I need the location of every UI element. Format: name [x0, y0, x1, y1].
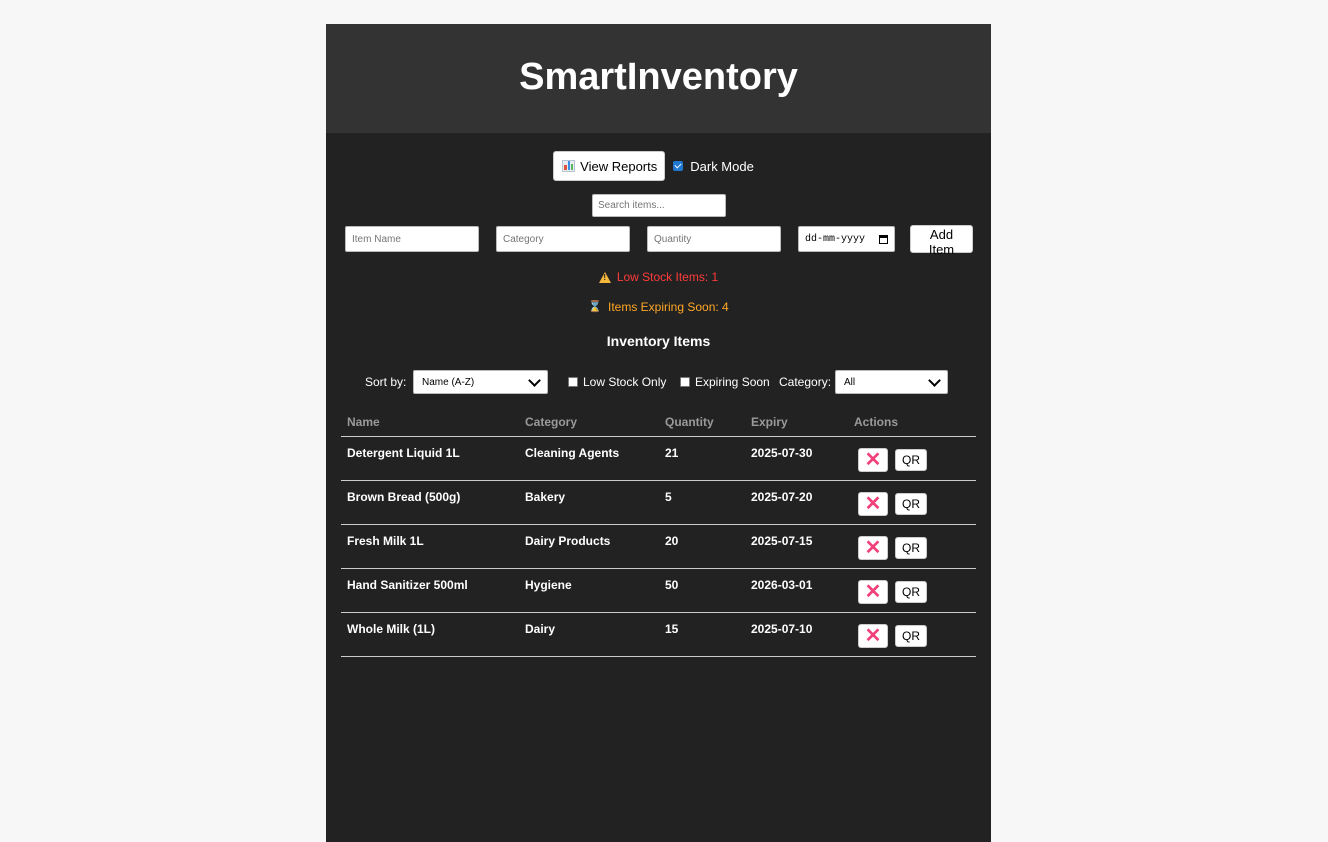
qr-button[interactable]: QR	[895, 625, 927, 647]
delete-button[interactable]: ✕	[858, 492, 888, 516]
category-input[interactable]	[496, 226, 630, 252]
cell-actions: ✕ QR	[848, 436, 976, 481]
cell-name: Fresh Milk 1L	[341, 524, 519, 569]
cell-category: Bakery	[519, 480, 659, 525]
calendar-icon[interactable]	[879, 234, 888, 244]
cell-actions: ✕ QR	[848, 612, 976, 657]
cell-expiry: 2026-03-01	[745, 568, 848, 613]
app-container: SmartInventory View Reports Dark Mode dd…	[326, 24, 991, 842]
filter-bar: Sort by: Name (A-Z) Low Stock Only Expir…	[326, 370, 991, 394]
cell-actions: ✕ QR	[848, 568, 976, 613]
low-stock-filter[interactable]: Low Stock Only	[568, 375, 666, 389]
chevron-down-icon	[528, 373, 541, 387]
cell-category: Dairy Products	[519, 524, 659, 569]
delete-button[interactable]: ✕	[858, 448, 888, 472]
delete-button[interactable]: ✕	[858, 536, 888, 560]
cell-quantity: 50	[659, 568, 745, 613]
app-header: SmartInventory	[326, 24, 991, 133]
header-name[interactable]: Name	[341, 408, 519, 437]
cell-category: Dairy	[519, 612, 659, 657]
date-placeholder: dd-mm-yyyy	[805, 233, 866, 245]
cell-category: Cleaning Agents	[519, 436, 659, 481]
delete-button[interactable]: ✕	[858, 580, 888, 604]
hourglass-icon: ⌛	[588, 300, 602, 313]
header-quantity[interactable]: Quantity	[659, 408, 745, 437]
low-stock-text: Low Stock Items: 1	[616, 270, 719, 284]
chevron-down-icon	[928, 373, 941, 387]
cell-category: Hygiene	[519, 568, 659, 613]
header-category[interactable]: Category	[519, 408, 659, 437]
table-row: Hand Sanitizer 500ml Hygiene 50 2026-03-…	[341, 568, 976, 613]
cell-actions: ✕ QR	[848, 480, 976, 525]
expiry-date-input[interactable]: dd-mm-yyyy	[798, 226, 895, 252]
cell-quantity: 15	[659, 612, 745, 657]
low-stock-checkbox[interactable]	[568, 377, 578, 387]
sort-select[interactable]: Name (A-Z)	[413, 370, 548, 394]
cell-quantity: 20	[659, 524, 745, 569]
view-reports-label: View Reports	[580, 158, 658, 174]
cell-expiry: 2025-07-10	[745, 612, 848, 657]
view-reports-button[interactable]: View Reports	[553, 151, 666, 181]
category-filter-label: Category:	[779, 375, 832, 389]
table-row: Detergent Liquid 1L Cleaning Agents 21 2…	[341, 436, 976, 481]
qr-button[interactable]: QR	[895, 493, 927, 515]
cell-expiry: 2025-07-20	[745, 480, 848, 525]
add-item-button[interactable]: Add Item	[910, 225, 973, 257]
quantity-input[interactable]	[647, 226, 781, 252]
cell-name: Brown Bread (500g)	[341, 480, 519, 525]
delete-button[interactable]: ✕	[858, 624, 888, 648]
qr-button[interactable]: QR	[895, 581, 927, 603]
expiring-filter[interactable]: Expiring Soon	[680, 375, 770, 389]
table-header-row: Name Category Quantity Expiry Actions	[341, 408, 976, 437]
qr-button[interactable]: QR	[895, 449, 927, 471]
search-input[interactable]	[592, 194, 726, 217]
cell-name: Whole Milk (1L)	[341, 612, 519, 657]
table-row: Whole Milk (1L) Dairy 15 2025-07-10 ✕ QR	[341, 612, 976, 657]
header-actions: Actions	[848, 408, 976, 437]
qr-button[interactable]: QR	[895, 537, 927, 559]
app-title: SmartInventory	[519, 56, 798, 98]
low-stock-alert: Low Stock Items: 1	[326, 270, 991, 284]
cell-name: Hand Sanitizer 500ml	[341, 568, 519, 613]
expiring-alert: ⌛ Items Expiring Soon: 4	[326, 300, 991, 314]
section-title: Inventory Items	[606, 333, 711, 349]
cell-expiry: 2025-07-30	[745, 436, 848, 481]
sort-select-value: Name (A-Z)	[422, 376, 475, 388]
expiring-checkbox[interactable]	[680, 377, 690, 387]
warning-icon	[598, 271, 611, 283]
dark-mode-checkbox[interactable]	[673, 161, 684, 171]
category-select-value: All	[844, 376, 856, 388]
dark-mode-label: Dark Mode	[690, 158, 754, 174]
low-stock-filter-label: Low Stock Only	[583, 375, 667, 389]
bar-chart-icon	[562, 160, 576, 172]
expiring-filter-label: Expiring Soon	[695, 375, 770, 389]
cell-expiry: 2025-07-15	[745, 524, 848, 569]
cell-quantity: 21	[659, 436, 745, 481]
cell-actions: ✕ QR	[848, 524, 976, 569]
cell-name: Detergent Liquid 1L	[341, 436, 519, 481]
table-row: Brown Bread (500g) Bakery 5 2025-07-20 ✕…	[341, 480, 976, 525]
table-row: Fresh Milk 1L Dairy Products 20 2025-07-…	[341, 524, 976, 569]
dark-mode-toggle[interactable]: Dark Mode	[673, 159, 754, 174]
cell-quantity: 5	[659, 480, 745, 525]
inventory-table: Name Category Quantity Expiry Actions De…	[341, 408, 976, 657]
category-select[interactable]: All	[835, 370, 948, 394]
expiring-text: Items Expiring Soon: 4	[607, 300, 729, 314]
toolbar: View Reports Dark Mode	[326, 151, 991, 181]
header-expiry[interactable]: Expiry	[745, 408, 848, 437]
item-name-input[interactable]	[345, 226, 479, 252]
sort-label: Sort by:	[365, 375, 407, 389]
